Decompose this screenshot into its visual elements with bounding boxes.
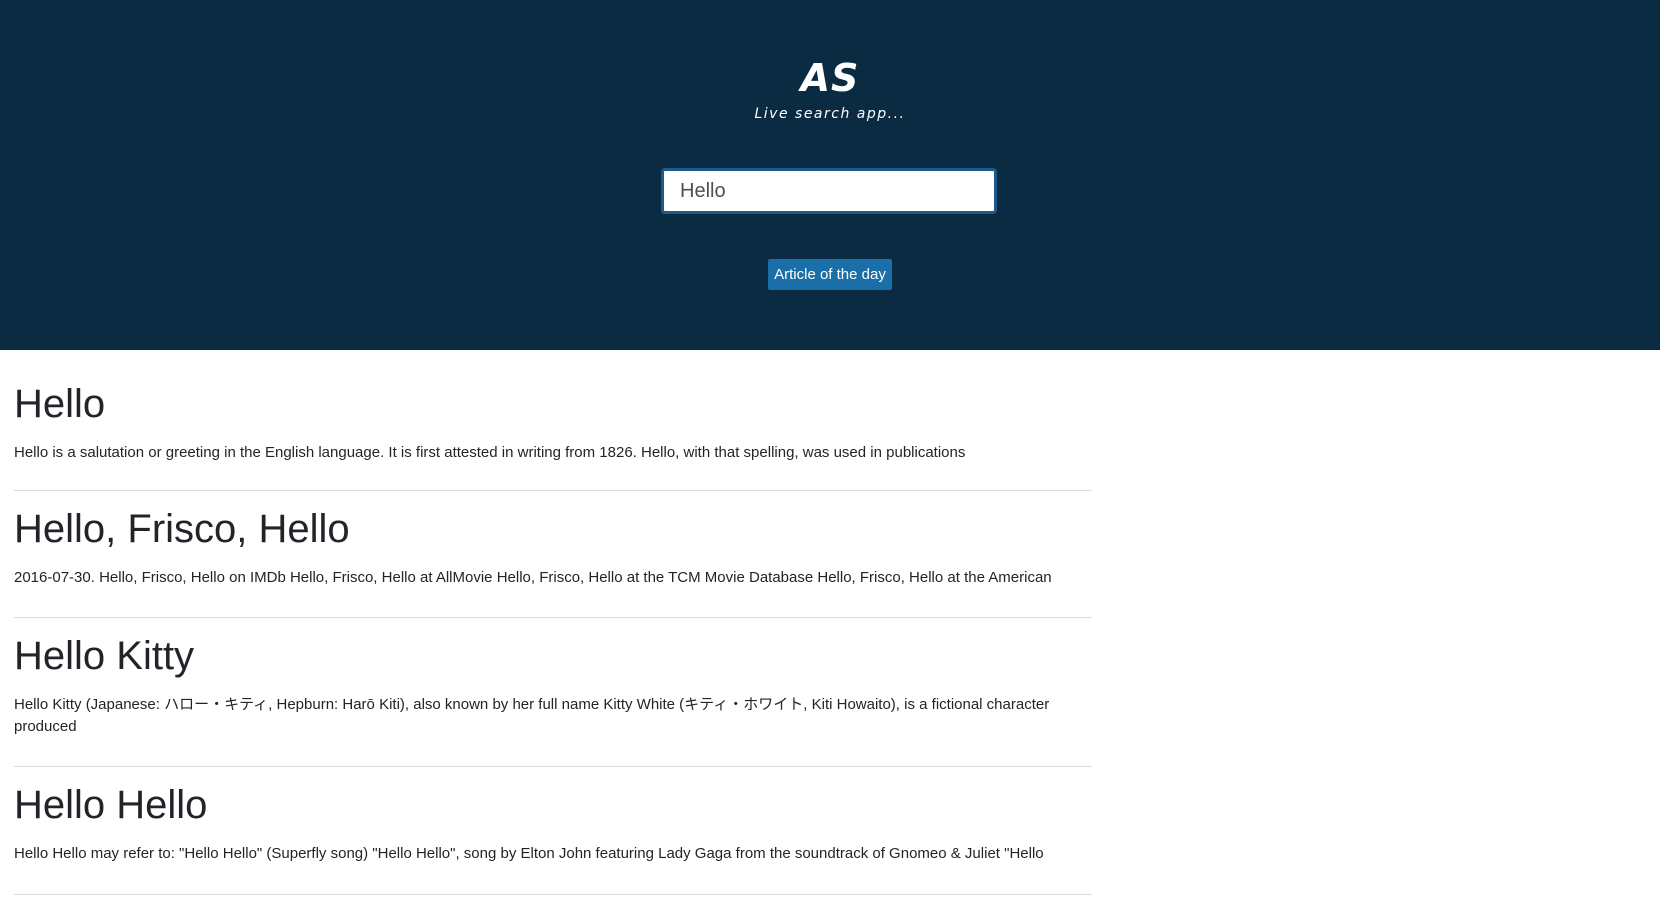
article-of-the-day-button[interactable]: Article of the day [768,259,892,290]
result-item: Hello, Frisco, Hello 2016-07-30. Hello, … [14,491,1092,618]
search-input[interactable] [661,168,997,214]
result-item: Hello Kitty Hello Kitty (Japanese: ハロー・キ… [14,618,1092,767]
result-title[interactable]: Hello, Frisco, Hello [14,491,1092,553]
result-snippet: Hello Kitty (Japanese: ハロー・キティ, Hepburn:… [14,696,1050,735]
app-logo: AS [800,56,860,100]
result-snippet: 2016-07-30. Hello, Frisco, Hello on IMDb… [14,569,1052,586]
result-snippet: Hello Hello may refer to: "Hello Hello" … [14,845,1044,862]
header: AS Live search app... Article of the day [0,0,1660,350]
app-tagline: Live search app... [754,106,906,122]
result-item: Hello Hello is a salutation or greeting … [14,366,1092,491]
results-list: Hello Hello is a salutation or greeting … [14,366,1092,895]
result-item: Hello Hello Hello Hello may refer to: "H… [14,767,1092,895]
result-title[interactable]: Hello Kitty [14,618,1092,680]
result-title[interactable]: Hello Hello [14,767,1092,829]
result-snippet: Hello is a salutation or greeting in the… [14,444,966,461]
result-title[interactable]: Hello [14,366,1092,428]
